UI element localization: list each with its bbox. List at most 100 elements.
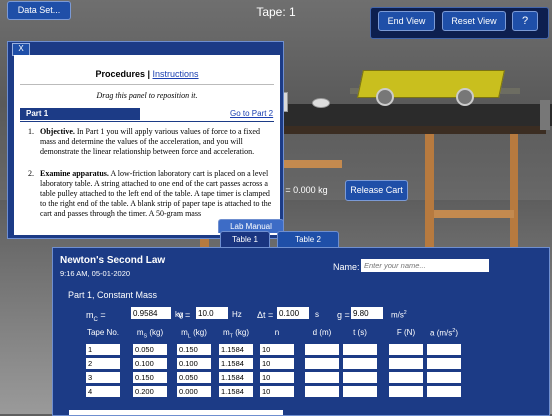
frequency-input[interactable] [196, 307, 228, 319]
instructions-link[interactable]: Instructions [153, 69, 199, 79]
gravity-unit-exponent: 2 [403, 310, 407, 316]
table-cell[interactable]: 10 [260, 386, 294, 397]
table-cell[interactable]: 1.1584 [219, 358, 253, 369]
time-interval-label: Δt = [257, 310, 274, 320]
table-cell[interactable]: 10 [260, 344, 294, 355]
cart-wheel [376, 88, 394, 106]
table-cell[interactable]: 1.1584 [219, 372, 253, 383]
goto-part2-link[interactable]: Go to Part 2 [230, 109, 273, 118]
column-header-text: n [274, 328, 280, 337]
procedures-content[interactable]: Procedures | Instructions Drag this pane… [14, 55, 280, 235]
column-header: t (s) [341, 328, 379, 337]
table-cell[interactable] [305, 386, 339, 397]
table-cell[interactable]: 0.100 [133, 358, 167, 369]
table-cell[interactable] [389, 386, 423, 397]
column-header-unit: (kg) [233, 328, 250, 337]
drag-hint: Drag this panel to reposition it. [96, 91, 198, 100]
step-text: Objective. In Part 1 you will apply vari… [40, 127, 272, 157]
column-header: Tape No. [84, 328, 122, 337]
time-interval-unit: s [315, 310, 319, 319]
table-cell[interactable]: 0.050 [177, 372, 211, 383]
name-input[interactable] [361, 259, 489, 272]
tab-table-2[interactable]: Table 2 [277, 231, 339, 248]
table-cell[interactable] [427, 386, 461, 397]
procedures-panel[interactable]: X Procedures | Instructions Drag this pa… [7, 41, 284, 239]
table-cell[interactable]: 1 [86, 344, 120, 355]
end-view-button[interactable]: End View [378, 11, 435, 31]
column-header-text: m [181, 328, 188, 337]
column-header: n [258, 328, 296, 337]
data-set-button[interactable]: Data Set... [7, 1, 71, 20]
time-interval-input[interactable] [277, 307, 309, 319]
table-cell[interactable]: 0.050 [133, 344, 167, 355]
table-cell[interactable] [343, 358, 377, 369]
table-cell[interactable]: 4 [86, 386, 120, 397]
table-cell[interactable]: 0.150 [133, 372, 167, 383]
frequency-unit: Hz [232, 310, 242, 319]
table-cell[interactable] [343, 372, 377, 383]
release-cart-button[interactable]: Release Cart [345, 180, 408, 201]
timestamp: 9:16 AM, 05-01-2020 [60, 269, 131, 278]
procedures-heading: Procedures | Instructions [14, 69, 280, 79]
mass-value: = 0.000 kg [285, 185, 328, 195]
table-cell[interactable] [343, 344, 377, 355]
table-cell[interactable]: 1.1584 [219, 386, 253, 397]
step-number: 1. [28, 127, 34, 136]
data-table-panel: Newton's Second Law 9:16 AM, 05-01-2020 … [52, 247, 550, 416]
table-cell[interactable] [427, 344, 461, 355]
table-cell[interactable] [305, 344, 339, 355]
column-header-text: t (s) [353, 328, 367, 337]
tape-timer [540, 100, 550, 130]
table-cell[interactable]: 0.100 [177, 358, 211, 369]
table-cell[interactable]: 0.000 [177, 386, 211, 397]
gravity-input[interactable] [351, 307, 383, 319]
tab-table-1[interactable]: Table 1 [220, 231, 270, 248]
column-header: d (m) [303, 328, 341, 337]
column-header-text: Tape No. [86, 328, 120, 337]
name-label: Name: [333, 262, 360, 272]
step-number: 2. [28, 169, 34, 178]
mass-weight [312, 98, 330, 108]
step-heading: Examine apparatus. [40, 169, 109, 178]
column-header-text: F (N) [396, 328, 416, 337]
part-header: Part 1 [20, 108, 140, 120]
table-cell[interactable] [427, 358, 461, 369]
procedures-title: Procedures [95, 69, 145, 79]
column-header: mL (kg) [175, 328, 213, 340]
column-header-text: d (m) [312, 328, 332, 337]
table-cell[interactable] [389, 358, 423, 369]
table-cell[interactable] [343, 386, 377, 397]
cart-mass-label: mC = [86, 310, 106, 323]
help-button[interactable]: ? [512, 11, 538, 31]
table-brace [282, 160, 342, 168]
table-cell[interactable] [427, 372, 461, 383]
equals-sign: = [100, 310, 106, 320]
column-header-unit: (kg) [190, 328, 207, 337]
step-heading: Objective. [40, 127, 75, 136]
table-cell[interactable] [389, 344, 423, 355]
column-header-text: m [222, 328, 230, 337]
table-cell[interactable]: 10 [260, 358, 294, 369]
column-header: F (N) [387, 328, 425, 337]
experiment-title: Newton's Second Law [60, 255, 166, 266]
table-cell[interactable]: 1.1584 [219, 344, 253, 355]
table-cell[interactable] [305, 372, 339, 383]
table-cell[interactable] [305, 358, 339, 369]
part-title: Part 1, Constant Mass [68, 290, 158, 300]
column-header: a (m/s2) [425, 328, 463, 338]
table-cell[interactable]: 0.150 [177, 344, 211, 355]
table-cell[interactable]: 2 [86, 358, 120, 369]
tape-title: Tape: 1 [256, 5, 296, 19]
cart-mass-input[interactable] [131, 307, 171, 319]
table-cell[interactable]: 3 [86, 372, 120, 383]
table-cell[interactable]: 0.200 [133, 386, 167, 397]
table-cell[interactable] [389, 372, 423, 383]
mass-subscript: C [93, 316, 98, 323]
gravity-unit-text: m/s [391, 310, 404, 320]
column-header-unit: ) [455, 328, 458, 338]
reset-view-button[interactable]: Reset View [442, 11, 506, 31]
table-cell[interactable]: 10 [260, 372, 294, 383]
frequency-label: v = [178, 310, 191, 320]
mass-symbol: m [86, 310, 94, 320]
column-header: mS (kg) [131, 328, 169, 340]
